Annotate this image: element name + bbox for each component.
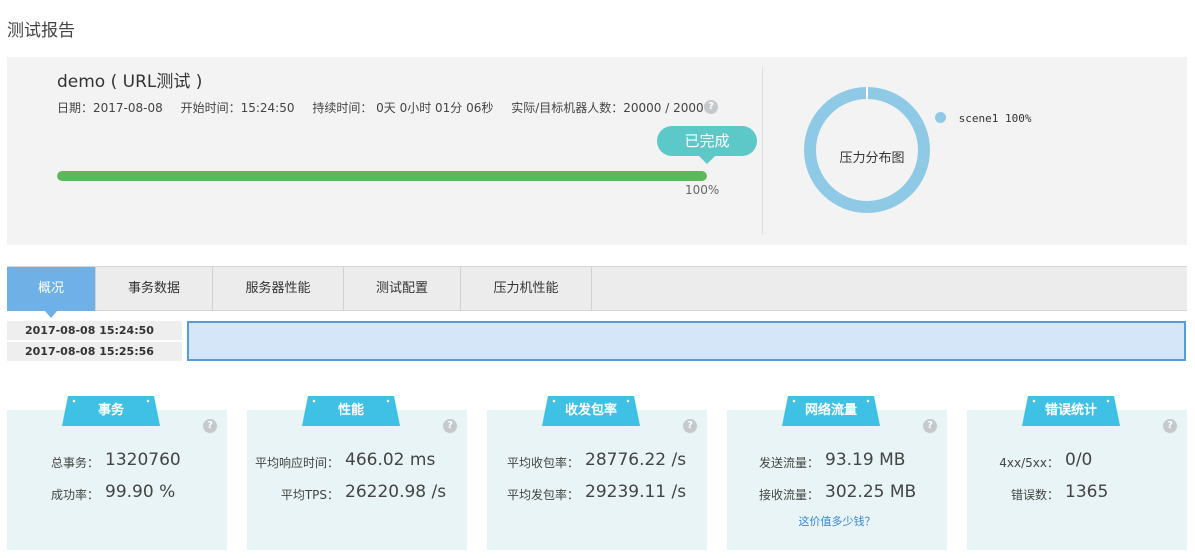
timeline-range-selector[interactable]: [187, 321, 1186, 361]
metric-label: 发送流量：: [758, 456, 819, 470]
metric-value: 302.25 MB: [825, 482, 917, 502]
metric-value: 466.02 ms: [345, 450, 436, 470]
card-network-traffic: 网络流量 ? 发送流量： 93.19 MB 接收流量： 302.25 MB 这价…: [727, 396, 947, 550]
card-header: 错误统计: [1022, 396, 1120, 426]
metric-value: 29239.11 /s: [585, 482, 687, 502]
card-header: 收发包率: [542, 396, 640, 426]
card-header: 事务: [62, 396, 160, 426]
metric-value: 93.19 MB: [825, 450, 906, 470]
metric-label: 4xx/5xx：: [999, 456, 1059, 470]
test-date: 日期：2017-08-08: [57, 101, 163, 115]
metric-value: 1320760: [105, 450, 181, 470]
help-icon[interactable]: ?: [203, 419, 217, 433]
time-range: 2017-08-08 15:24:50 2017-08-08 15:25:56: [7, 321, 182, 363]
tab-load-generator-performance[interactable]: 压力机性能: [461, 267, 592, 311]
metric-row: 平均收包率： 28776.22 /s: [487, 450, 707, 474]
time-end: 2017-08-08 15:25:56: [7, 342, 182, 361]
progress-text: 100%: [685, 183, 720, 197]
card-title: 错误统计: [1044, 403, 1097, 418]
metric-row: 平均响应时间： 466.02 ms: [247, 450, 467, 474]
test-meta: 日期：2017-08-08 开始时间：15:24:50 持续时间： 0天 0小时…: [57, 99, 725, 116]
metric-label: 错误数：: [1010, 488, 1059, 502]
card-header: 性能: [302, 396, 400, 426]
metric-label: 平均TPS：: [280, 488, 339, 502]
time-start: 2017-08-08 15:24:50: [7, 321, 182, 340]
legend-item-scene1[interactable]: scene1 100%: [935, 112, 1032, 125]
metric-row: 错误数： 1365: [967, 482, 1187, 506]
metric-value: 99.90 %: [105, 482, 176, 502]
metric-label: 平均发包率：: [506, 488, 579, 502]
metric-row: 接收流量： 302.25 MB: [727, 482, 947, 506]
progress-bar: [57, 171, 707, 181]
metric-value: 26220.98 /s: [345, 482, 447, 502]
tab-overview[interactable]: 概况: [7, 267, 96, 318]
metric-row: 发送流量： 93.19 MB: [727, 450, 947, 474]
metric-label: 总事务：: [50, 456, 99, 470]
card-performance: 性能 ? 平均响应时间： 466.02 ms 平均TPS： 26220.98 /…: [247, 396, 467, 550]
help-icon[interactable]: ?: [1163, 419, 1177, 433]
metric-label: 成功率：: [50, 488, 99, 502]
metric-row: 4xx/5xx： 0/0: [967, 450, 1187, 474]
card-title: 网络流量: [804, 403, 857, 418]
tab-transaction-data[interactable]: 事务数据: [96, 267, 213, 311]
tab-test-config[interactable]: 测试配置: [344, 267, 461, 311]
card-packet-rate: 收发包率 ? 平均收包率： 28776.22 /s 平均发包率： 29239.1…: [487, 396, 707, 550]
metric-value: 28776.22 /s: [585, 450, 687, 470]
metric-label: 平均收包率：: [506, 456, 579, 470]
metric-value: 1365: [1065, 482, 1109, 502]
metric-label: 平均响应时间：: [254, 456, 339, 470]
test-name: demo ( URL测试 ): [57, 72, 203, 92]
metric-row: 成功率： 99.90 %: [7, 482, 227, 506]
card-title: 事务: [97, 403, 124, 418]
card-header: 网络流量: [782, 396, 880, 426]
test-summary-panel: demo ( URL测试 ) 日期：2017-08-08 开始时间：15:24:…: [7, 57, 1187, 245]
metric-label: 接收流量：: [758, 488, 819, 502]
legend-value: 100%: [1005, 112, 1032, 125]
robot-count: 实际/目标机器人数：20000 / 20000: [511, 101, 712, 115]
metric-row: 平均发包率： 29239.11 /s: [487, 482, 707, 506]
legend-name: scene1: [958, 112, 999, 125]
help-icon[interactable]: ?: [704, 100, 718, 114]
card-error-stats: 错误统计 ? 4xx/5xx： 0/0 错误数： 1365: [967, 396, 1187, 550]
cost-estimate-link[interactable]: 这价值多少钱？: [727, 513, 947, 529]
metric-value: 0/0: [1065, 450, 1093, 470]
test-start-time: 开始时间：15:24:50: [180, 101, 295, 115]
help-icon[interactable]: ?: [443, 419, 457, 433]
tab-bar: 概况 事务数据 服务器性能 测试配置 压力机性能: [7, 266, 1187, 318]
page-title: 测试报告: [7, 21, 75, 41]
legend-dot: [935, 112, 946, 123]
test-duration: 持续时间： 0天 0小时 01分 06秒: [312, 101, 494, 115]
card-transactions: 事务 ? 总事务： 1320760 成功率： 99.90 %: [7, 396, 227, 550]
help-icon[interactable]: ?: [923, 419, 937, 433]
progress-fill: [57, 171, 707, 181]
card-title: 性能: [337, 403, 364, 418]
card-title: 收发包率: [564, 403, 617, 418]
metric-row: 平均TPS： 26220.98 /s: [247, 482, 467, 506]
tab-server-performance[interactable]: 服务器性能: [213, 267, 344, 311]
help-icon[interactable]: ?: [683, 419, 697, 433]
metric-row: 总事务： 1320760: [7, 450, 227, 474]
donut-label: 压力分布图: [839, 151, 905, 166]
panel-divider: [762, 67, 763, 235]
status-badge: 已完成: [657, 126, 757, 164]
